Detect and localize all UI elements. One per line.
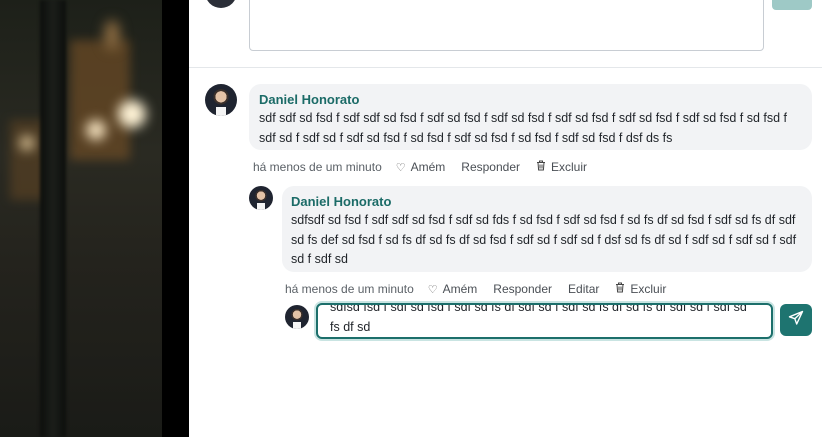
reply-label: Responder (493, 282, 553, 296)
comment-actions: há menos de um minuto ♡ Amém Responder E… (285, 282, 682, 296)
reply-label: Responder (461, 160, 521, 174)
like-label: Amém (410, 160, 446, 174)
avatar (249, 186, 273, 210)
reply-bubble: Daniel Honorato sdfsdf sd fsd f sdf sdf … (282, 186, 812, 272)
reply-input-text[interactable]: sdfsd fsd f sdf sd fsd f sdf sd fs df sd… (330, 305, 760, 337)
divider (189, 67, 822, 68)
comment-text: sdfsdf sd fsd f sdf sdf sd fsd f sdf sd … (291, 213, 797, 266)
edit-button[interactable]: Editar (568, 282, 599, 296)
edit-label: Editar (568, 282, 600, 296)
heart-outline-icon: ♡ (427, 283, 438, 296)
comment-actions: há menos de um minuto ♡ Amém Responder E… (253, 160, 603, 174)
send-button[interactable] (780, 304, 812, 336)
heart-outline-icon: ♡ (395, 161, 406, 174)
reply-button[interactable]: Responder (461, 160, 520, 174)
avatar (285, 305, 309, 329)
delete-label: Excluir (630, 282, 667, 296)
background-photo (0, 0, 162, 437)
comment-bubble: Daniel Honorato sdf sdf sd fsd f sdf sdf… (249, 84, 812, 150)
avatar (205, 0, 237, 8)
delete-label: Excluir (551, 160, 588, 174)
comment-author[interactable]: Daniel Honorato (291, 194, 391, 209)
comment-time: há menos de um minuto (253, 160, 382, 174)
reply-input[interactable]: sdfsd fsd f sdf sd fsd f sdf sd fs df sd… (316, 303, 773, 339)
sidebar-gap (162, 0, 189, 437)
comment-text: sdf sdf sd fsd f sdf sdf sd fsd f sdf sd… (259, 111, 788, 145)
comment-time: há menos de um minuto (285, 282, 414, 296)
comment-author[interactable]: Daniel Honorato (259, 92, 359, 107)
comments-panel: Daniel Honorato sdf sdf sd fsd f sdf sdf… (189, 0, 822, 437)
send-button[interactable] (772, 0, 812, 10)
like-button[interactable]: ♡ Amém (396, 160, 446, 174)
reply-button[interactable]: Responder (493, 282, 552, 296)
send-icon (788, 310, 804, 331)
comment-textarea[interactable] (249, 0, 764, 51)
delete-button[interactable]: Excluir (615, 282, 666, 296)
delete-button[interactable]: Excluir (536, 160, 587, 174)
trash-icon (615, 282, 625, 296)
avatar (205, 84, 237, 116)
trash-icon (536, 160, 546, 174)
like-button[interactable]: ♡ Amém (428, 282, 478, 296)
like-label: Amém (442, 282, 478, 296)
